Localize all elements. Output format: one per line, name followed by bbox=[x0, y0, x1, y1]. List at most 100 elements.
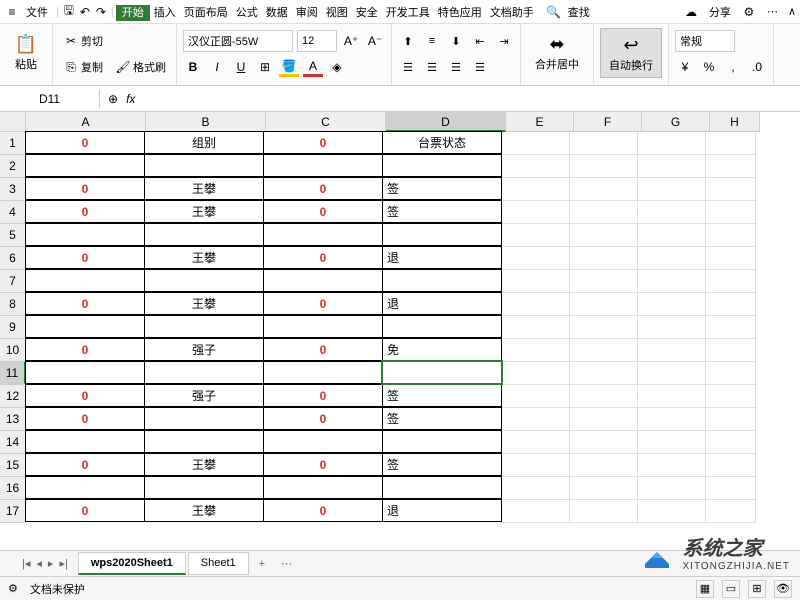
collapse-ribbon-icon[interactable]: ∧ bbox=[788, 5, 796, 18]
add-sheet-button[interactable]: + bbox=[251, 554, 273, 574]
cell-F12[interactable] bbox=[570, 385, 638, 408]
cell-H1[interactable] bbox=[706, 132, 756, 155]
cell-D13[interactable]: 签 bbox=[382, 407, 502, 430]
cell-G1[interactable] bbox=[638, 132, 706, 155]
cell-B9[interactable] bbox=[144, 315, 264, 338]
cell-E17[interactable] bbox=[502, 500, 570, 523]
cell-F2[interactable] bbox=[570, 155, 638, 178]
save-icon[interactable]: 🖫 bbox=[61, 4, 77, 20]
cell-A9[interactable] bbox=[25, 315, 145, 338]
cell-H12[interactable] bbox=[706, 385, 756, 408]
col-header-B[interactable]: B bbox=[146, 112, 266, 132]
cell-D12[interactable]: 签 bbox=[382, 384, 502, 407]
cell-E3[interactable] bbox=[502, 178, 570, 201]
cell-F4[interactable] bbox=[570, 201, 638, 224]
cell-C11[interactable] bbox=[263, 361, 383, 384]
cell-A3[interactable]: 0 bbox=[25, 177, 145, 200]
share-button[interactable]: 分享 bbox=[709, 4, 731, 20]
col-header-D[interactable]: D bbox=[386, 112, 506, 132]
cell-B17[interactable]: 王攀 bbox=[144, 499, 264, 522]
cell-B5[interactable] bbox=[144, 223, 264, 246]
indent-increase-icon[interactable]: ⇥ bbox=[494, 32, 514, 50]
cell-D10[interactable]: 免 bbox=[382, 338, 502, 361]
cell-H13[interactable] bbox=[706, 408, 756, 431]
cell-C8[interactable]: 0 bbox=[263, 292, 383, 315]
cell-C17[interactable]: 0 bbox=[263, 499, 383, 522]
settings-icon[interactable]: ⚙ bbox=[741, 4, 757, 20]
normal-view-icon[interactable]: ▦ bbox=[696, 580, 714, 598]
cell-D6[interactable]: 退 bbox=[382, 246, 502, 269]
undo-icon[interactable]: ↶ bbox=[77, 4, 93, 20]
cell-A7[interactable] bbox=[25, 269, 145, 292]
row-header-8[interactable]: 8 bbox=[0, 293, 26, 316]
align-center-icon[interactable]: ☰ bbox=[422, 58, 442, 76]
cell-H4[interactable] bbox=[706, 201, 756, 224]
cell-A2[interactable] bbox=[25, 154, 145, 177]
cell-C3[interactable]: 0 bbox=[263, 177, 383, 200]
reading-view-icon[interactable]: 👁 bbox=[774, 580, 792, 598]
next-sheet-icon[interactable]: ▸ bbox=[46, 557, 56, 570]
cell-A4[interactable]: 0 bbox=[25, 200, 145, 223]
cell-B6[interactable]: 王攀 bbox=[144, 246, 264, 269]
ribbon-tab-7[interactable]: 安全 bbox=[352, 5, 382, 21]
insert-function-icon[interactable]: ⊕ bbox=[108, 92, 118, 106]
increase-decimal-icon[interactable]: .0 bbox=[747, 57, 767, 77]
row-header-5[interactable]: 5 bbox=[0, 224, 26, 247]
cell-A5[interactable] bbox=[25, 223, 145, 246]
cell-A17[interactable]: 0 bbox=[25, 499, 145, 522]
row-header-12[interactable]: 12 bbox=[0, 385, 26, 408]
number-format-select[interactable] bbox=[675, 30, 735, 52]
cell-F3[interactable] bbox=[570, 178, 638, 201]
cut-button[interactable]: ✂ 剪切 bbox=[59, 31, 107, 51]
bold-button[interactable]: B bbox=[183, 57, 203, 77]
cell-F17[interactable] bbox=[570, 500, 638, 523]
cell-F1[interactable] bbox=[570, 132, 638, 155]
cell-A10[interactable]: 0 bbox=[25, 338, 145, 361]
row-header-2[interactable]: 2 bbox=[0, 155, 26, 178]
cell-B13[interactable] bbox=[144, 407, 264, 430]
cell-G9[interactable] bbox=[638, 316, 706, 339]
cell-H17[interactable] bbox=[706, 500, 756, 523]
cell-A14[interactable] bbox=[25, 430, 145, 453]
cell-grid[interactable]: 0组别0台票状态0王攀0签0王攀0签0王攀0退0王攀0退0强子0免0强子0签00… bbox=[26, 132, 756, 523]
row-header-1[interactable]: 1 bbox=[0, 132, 26, 155]
cell-B2[interactable] bbox=[144, 154, 264, 177]
currency-icon[interactable]: ¥ bbox=[675, 57, 695, 77]
cell-B12[interactable]: 强子 bbox=[144, 384, 264, 407]
cell-G11[interactable] bbox=[638, 362, 706, 385]
row-header-3[interactable]: 3 bbox=[0, 178, 26, 201]
row-header-6[interactable]: 6 bbox=[0, 247, 26, 270]
cell-B8[interactable]: 王攀 bbox=[144, 292, 264, 315]
border-button[interactable]: ⊞ bbox=[255, 57, 275, 77]
cell-E6[interactable] bbox=[502, 247, 570, 270]
row-header-16[interactable]: 16 bbox=[0, 477, 26, 500]
ribbon-tab-10[interactable]: 文档助手 bbox=[486, 5, 538, 21]
cell-H6[interactable] bbox=[706, 247, 756, 270]
cell-C12[interactable]: 0 bbox=[263, 384, 383, 407]
search-icon[interactable]: 🔍 bbox=[546, 4, 562, 20]
cell-D2[interactable] bbox=[382, 154, 502, 177]
cell-G14[interactable] bbox=[638, 431, 706, 454]
col-header-H[interactable]: H bbox=[710, 112, 760, 132]
last-sheet-icon[interactable]: ▸| bbox=[57, 557, 69, 570]
row-header-17[interactable]: 17 bbox=[0, 500, 26, 523]
cell-C13[interactable]: 0 bbox=[263, 407, 383, 430]
cell-G6[interactable] bbox=[638, 247, 706, 270]
cell-H3[interactable] bbox=[706, 178, 756, 201]
cell-C4[interactable]: 0 bbox=[263, 200, 383, 223]
cell-D17[interactable]: 退 bbox=[382, 499, 502, 522]
row-header-10[interactable]: 10 bbox=[0, 339, 26, 362]
file-menu[interactable]: 文件 bbox=[20, 4, 54, 20]
cell-B4[interactable]: 王攀 bbox=[144, 200, 264, 223]
cell-B11[interactable] bbox=[144, 361, 264, 384]
cell-D15[interactable]: 签 bbox=[382, 453, 502, 476]
cell-F11[interactable] bbox=[570, 362, 638, 385]
cell-F6[interactable] bbox=[570, 247, 638, 270]
italic-button[interactable]: I bbox=[207, 57, 227, 77]
cell-H5[interactable] bbox=[706, 224, 756, 247]
cell-B1[interactable]: 组别 bbox=[144, 131, 264, 154]
format-painter-button[interactable]: 🖌 格式刷 bbox=[111, 57, 170, 77]
fx-icon[interactable]: fx bbox=[126, 92, 135, 106]
cell-C7[interactable] bbox=[263, 269, 383, 292]
cell-G15[interactable] bbox=[638, 454, 706, 477]
